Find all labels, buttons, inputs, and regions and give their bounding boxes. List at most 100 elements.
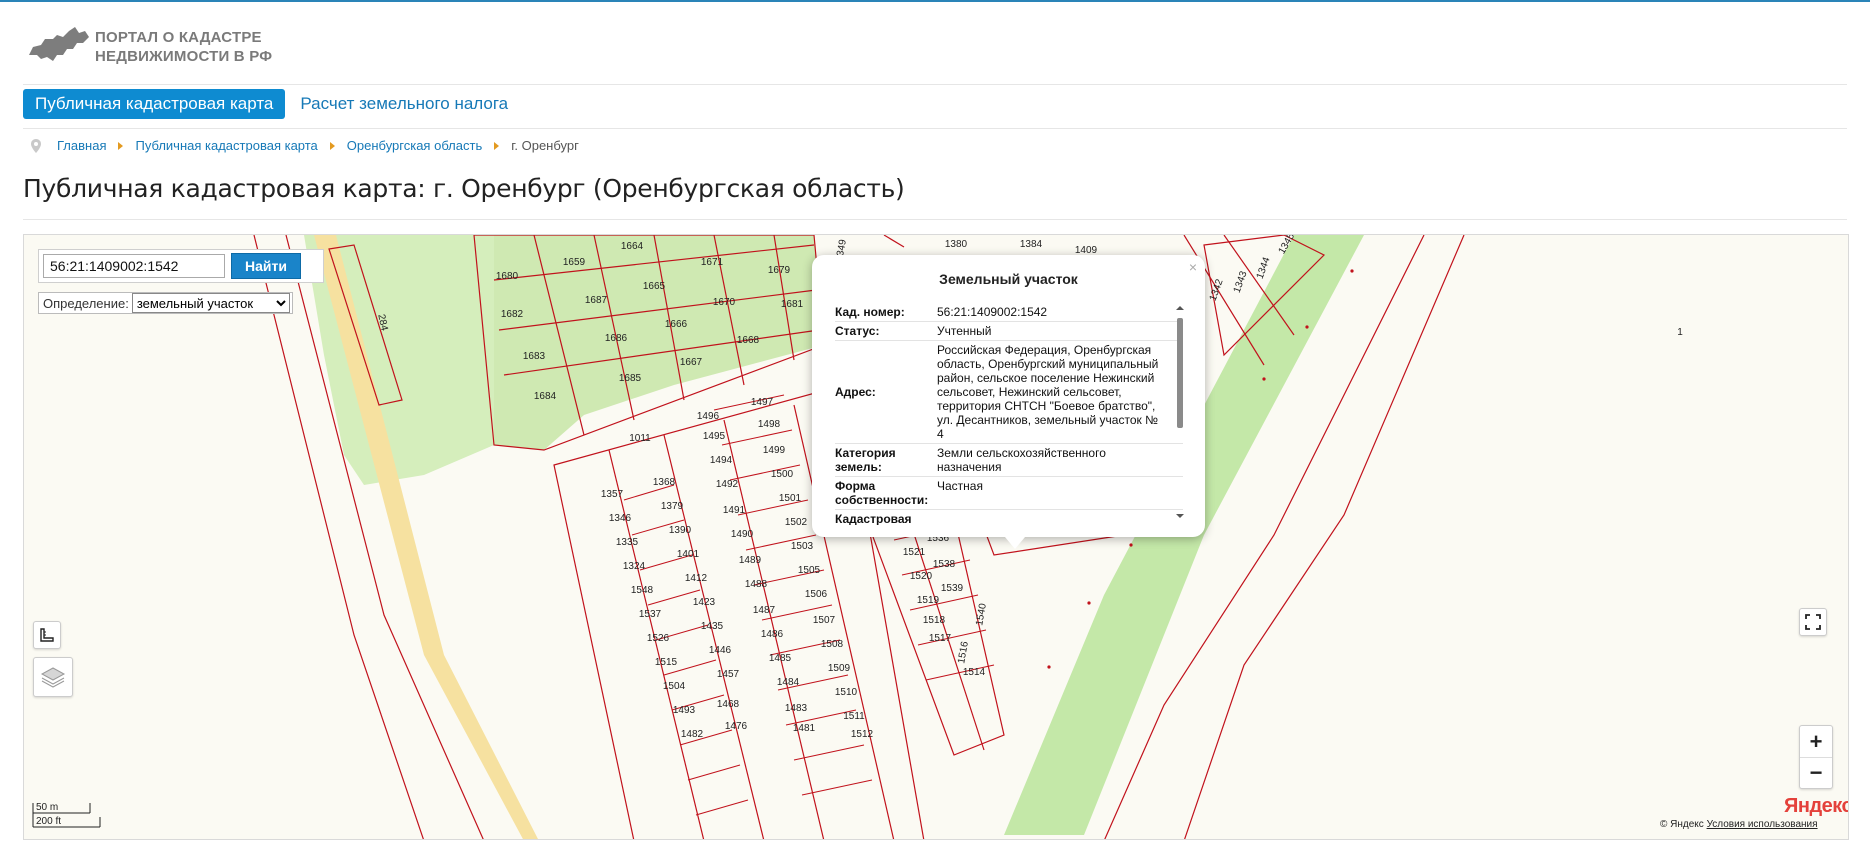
parcel-label[interactable]: 1538 [933, 559, 956, 570]
parcel-label[interactable]: 1511 [843, 711, 865, 722]
terms-link[interactable]: Условия использования [1707, 819, 1818, 830]
parcel-label[interactable]: 1514 [963, 667, 986, 678]
parcel-label[interactable]: 1537 [639, 609, 662, 620]
parcel-label[interactable]: 1390 [669, 525, 692, 536]
parcel-label[interactable]: 1501 [779, 493, 802, 504]
parcel-label[interactable]: 1490 [731, 529, 754, 540]
parcel-label[interactable]: 1548 [631, 585, 654, 596]
breadcrumb-cadastral-map[interactable]: Публичная кадастровая карта [135, 138, 317, 153]
parcel-label[interactable]: 1503 [791, 541, 814, 552]
parcel-label[interactable]: 1659 [563, 257, 586, 268]
zoom-in-button[interactable]: + [1800, 726, 1832, 757]
parcel-label[interactable]: 1324 [623, 561, 646, 572]
tab-land-tax-calculation[interactable]: Расчет земельного налога [288, 89, 520, 119]
parcel-label[interactable]: 1509 [828, 663, 851, 674]
yandex-logo[interactable]: Яндекс [1784, 795, 1848, 818]
breadcrumb-home[interactable]: Главная [57, 138, 106, 153]
parcel-label[interactable]: 1484 [777, 677, 800, 688]
parcel-label[interactable]: 1482 [681, 729, 704, 740]
parcel-label[interactable]: 1521 [903, 547, 926, 558]
parcel-label[interactable]: 1446 [709, 645, 732, 656]
parcel-label[interactable]: 1668 [737, 335, 760, 346]
parcel-label[interactable]: 1684 [534, 391, 557, 402]
parcel-label[interactable]: 1512 [851, 729, 874, 740]
find-button[interactable]: Найти [231, 253, 301, 279]
parcel-label[interactable]: 1368 [653, 477, 676, 488]
breadcrumb-region[interactable]: Оренбургская область [347, 138, 482, 153]
parcel-label[interactable]: 1515 [655, 657, 678, 668]
parcel-label[interactable]: 1384 [1020, 239, 1043, 250]
fullscreen-button[interactable] [1799, 608, 1827, 636]
tab-public-cadastral-map[interactable]: Публичная кадастровая карта [23, 89, 286, 119]
parcel-label[interactable]: 1476 [725, 721, 748, 732]
parcel-label[interactable]: 1670 [713, 297, 736, 308]
parcel-label[interactable]: 1412 [685, 573, 708, 584]
parcel-label[interactable]: 1380 [945, 239, 968, 250]
parcel-label[interactable]: 1481 [793, 723, 816, 734]
parcel-label[interactable]: 1516 [956, 640, 971, 664]
parcel-label[interactable]: 1664 [621, 241, 644, 252]
parcel-label[interactable]: 1540 [974, 602, 989, 626]
layers-button[interactable] [33, 657, 73, 697]
parcel-label[interactable]: 1667 [680, 357, 703, 368]
parcel-label[interactable]: 1487 [753, 605, 776, 616]
parcel-label[interactable]: 1510 [835, 687, 858, 698]
parcel-label[interactable]: 1457 [717, 669, 740, 680]
parcel-label[interactable]: 1682 [501, 309, 524, 320]
cadastral-number-input[interactable] [43, 254, 225, 278]
parcel-label[interactable]: 1505 [798, 565, 821, 576]
parcel-label[interactable]: 1468 [717, 699, 740, 710]
parcel-label[interactable]: 1687 [585, 295, 608, 306]
parcel-label[interactable]: 1686 [605, 333, 628, 344]
parcel-label[interactable]: 1 [1677, 327, 1683, 338]
parcel-label[interactable]: 1680 [496, 271, 519, 282]
popup-scrollbar[interactable] [1174, 306, 1186, 518]
parcel-label[interactable]: 1685 [619, 373, 642, 384]
parcel-label[interactable]: 1357 [601, 489, 624, 500]
parcel-label[interactable]: 1504 [663, 681, 686, 692]
parcel-label[interactable]: 1011 [629, 433, 651, 444]
parcel-label[interactable]: 1496 [697, 411, 720, 422]
parcel-label[interactable]: 1483 [785, 703, 808, 714]
definition-select[interactable]: земельный участок [131, 293, 290, 313]
parcel-label[interactable]: 1665 [643, 281, 666, 292]
parcel-label[interactable]: 1502 [785, 517, 808, 528]
parcel-label[interactable]: 1508 [821, 639, 844, 650]
parcel-label[interactable]: 1679 [768, 265, 791, 276]
parcel-label[interactable]: 1539 [941, 583, 964, 594]
parcel-label[interactable]: 1494 [710, 455, 733, 466]
parcel-label[interactable]: 1497 [751, 397, 774, 408]
parcel-label[interactable]: 1346 [609, 513, 632, 524]
parcel-label[interactable]: 1492 [716, 479, 739, 490]
parcel-label[interactable]: 1401 [677, 549, 700, 560]
parcel-label[interactable]: 1517 [929, 633, 952, 644]
parcel-label[interactable]: 1500 [771, 469, 794, 480]
parcel-label[interactable]: 1683 [523, 351, 546, 362]
parcel-label[interactable]: 1493 [673, 705, 696, 716]
parcel-label[interactable]: 1485 [769, 653, 792, 664]
parcel-label[interactable]: 1520 [910, 571, 933, 582]
parcel-label[interactable]: 1486 [761, 629, 784, 640]
parcel-label[interactable]: 1518 [923, 615, 946, 626]
parcel-label[interactable]: 1335 [616, 537, 639, 548]
parcel-label[interactable]: 1506 [805, 589, 828, 600]
site-logo[interactable]: ПОРТАЛ О КАДАСТРЕ НЕДВИЖИМОСТИ В РФ [27, 22, 272, 72]
parcel-label[interactable]: 1491 [723, 505, 746, 516]
ruler-button[interactable] [33, 621, 61, 649]
parcel-label[interactable]: 1343 [1232, 269, 1250, 294]
parcel-label[interactable]: 1489 [739, 555, 762, 566]
parcel-label[interactable]: 1498 [758, 419, 781, 430]
parcel-label[interactable]: 1435 [701, 621, 724, 632]
parcel-label[interactable]: 1488 [745, 579, 768, 590]
parcel-label[interactable]: 1379 [661, 501, 684, 512]
parcel-label[interactable]: 1423 [693, 597, 716, 608]
parcel-label[interactable]: 1507 [813, 615, 836, 626]
parcel-label[interactable]: 1344 [1255, 255, 1273, 280]
parcel-label[interactable]: 1526 [647, 633, 670, 644]
parcel-label[interactable]: 1666 [665, 319, 688, 330]
parcel-label[interactable]: 1499 [763, 445, 786, 456]
parcel-label[interactable]: 1681 [781, 299, 804, 310]
parcel-label[interactable]: 1495 [703, 431, 726, 442]
parcel-label[interactable]: 1671 [701, 257, 724, 268]
parcel-label[interactable]: 1519 [917, 595, 940, 606]
